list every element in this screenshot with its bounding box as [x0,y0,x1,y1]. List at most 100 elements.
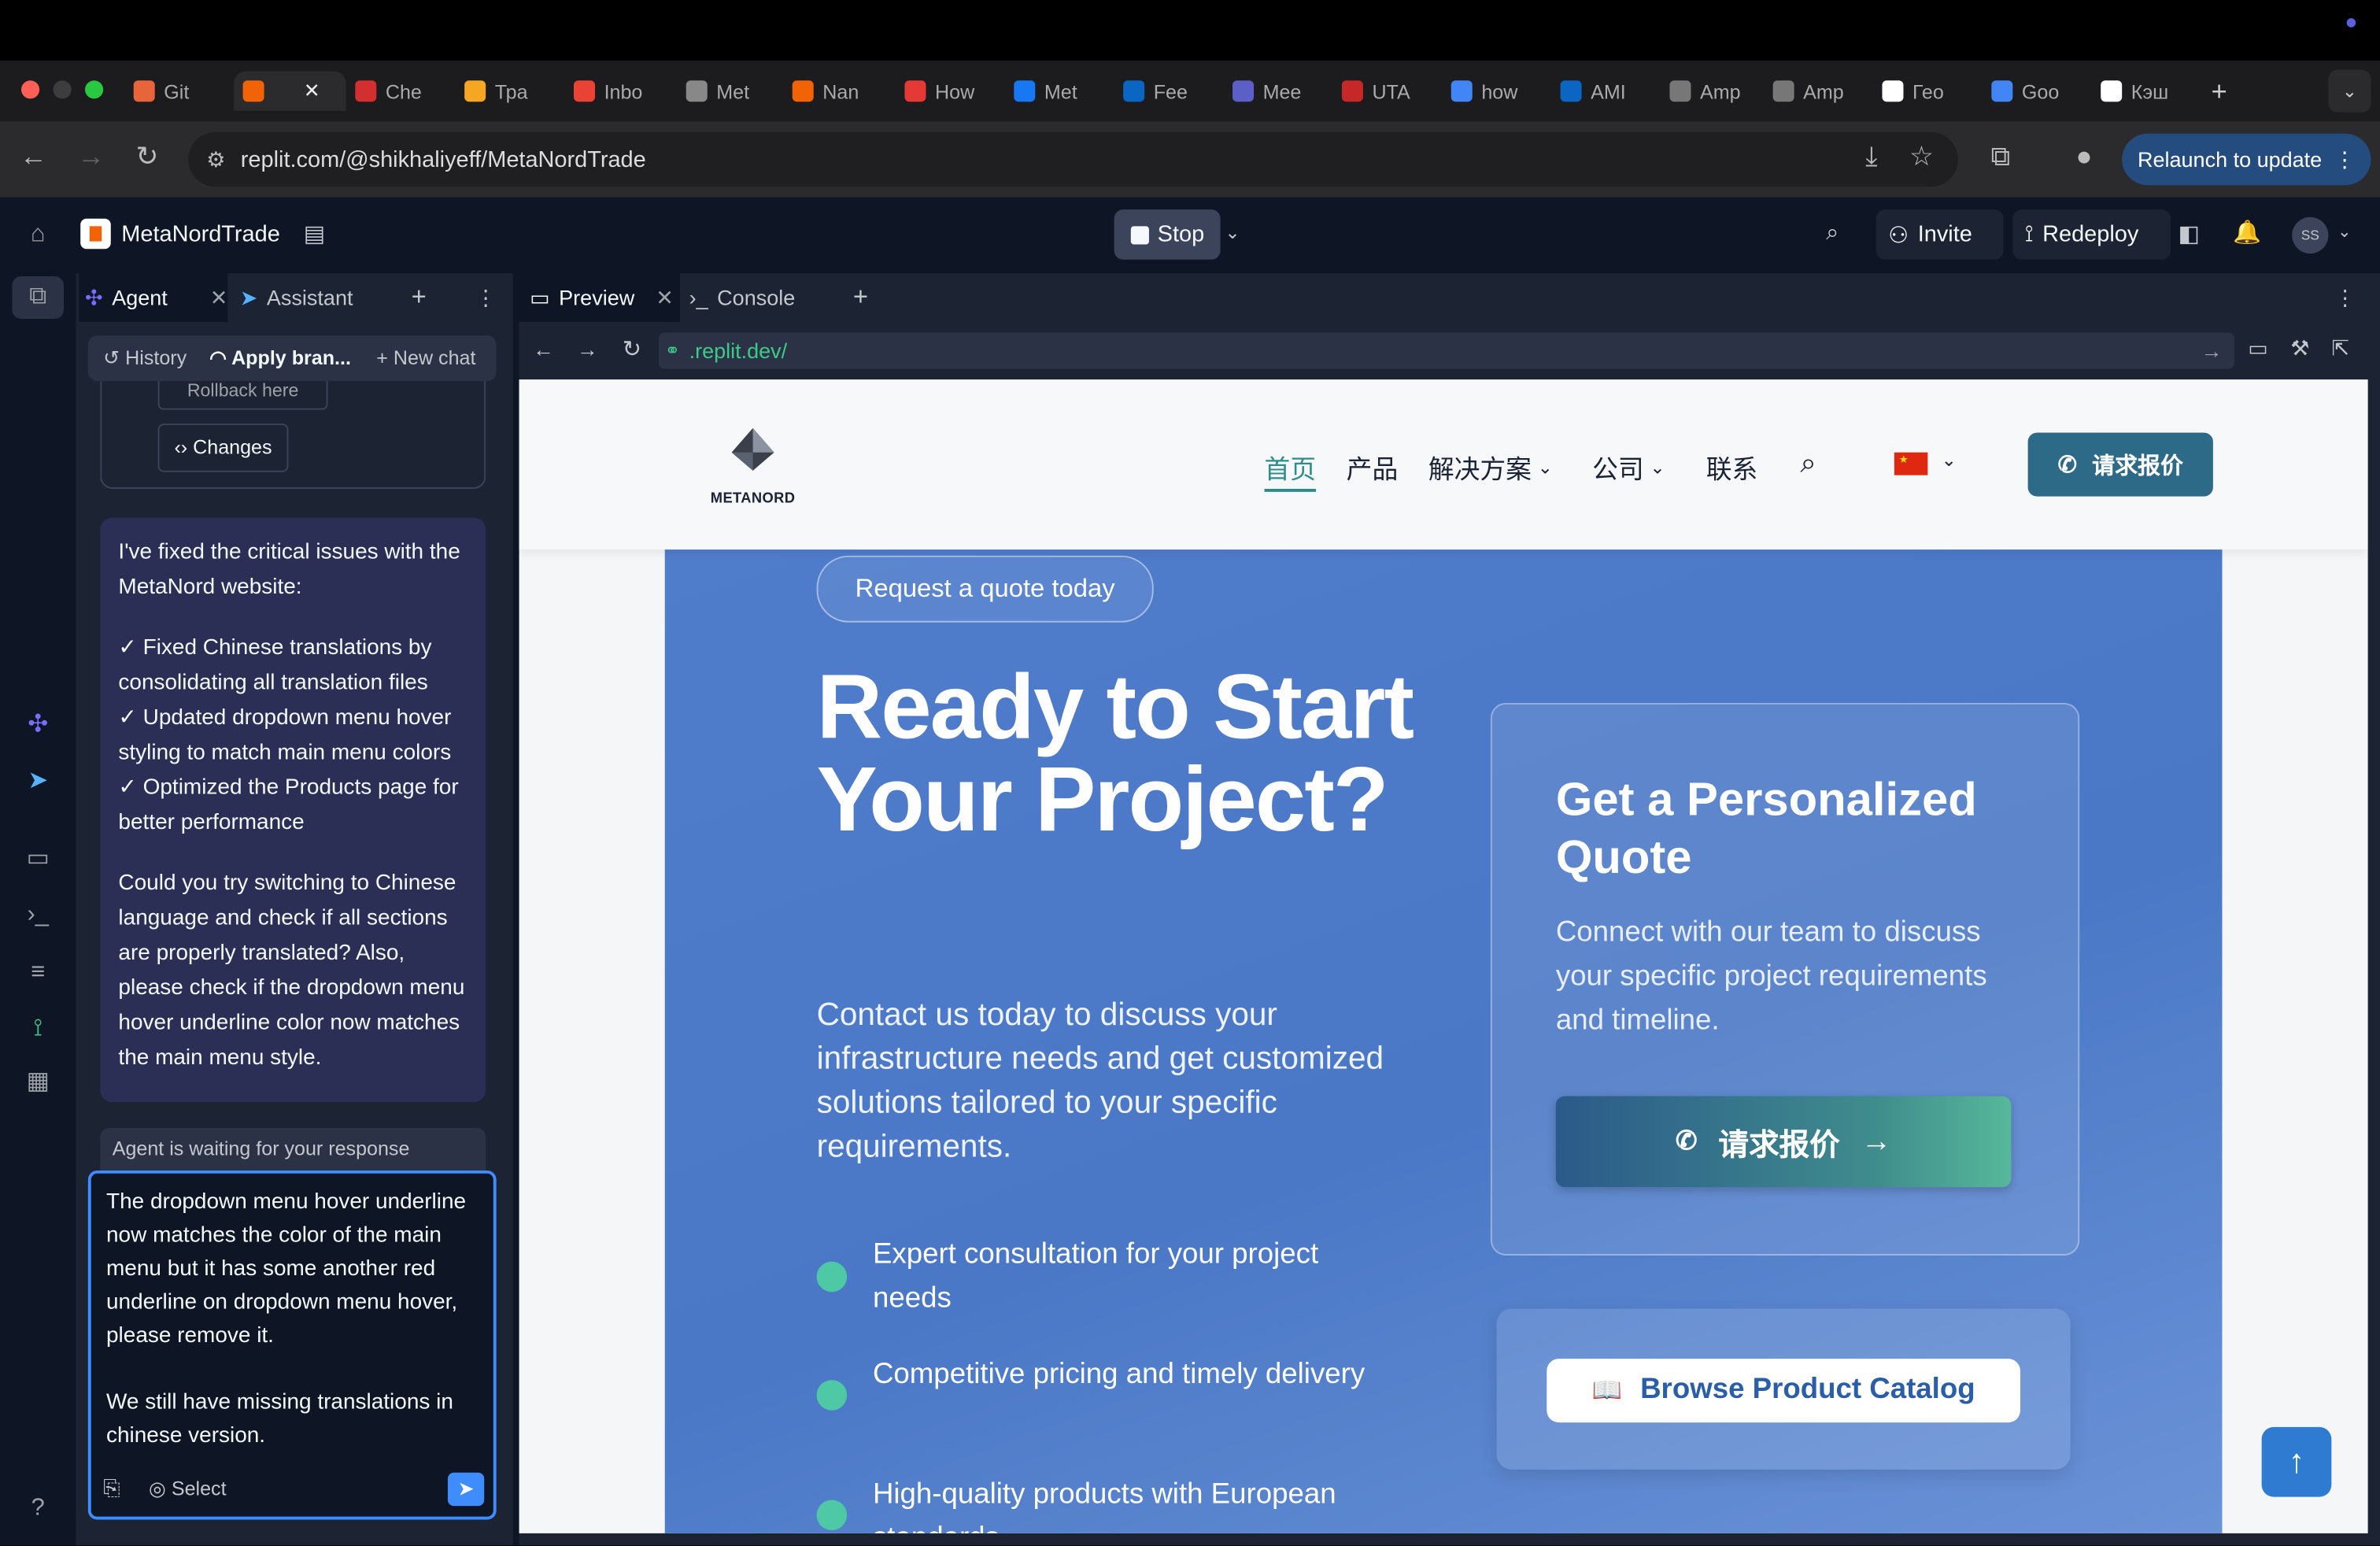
apply-branch-button[interactable]: ◠ Apply bran... [209,346,351,371]
browser-tab[interactable]: Met [677,72,783,111]
browser-tab-label: Amp [1803,80,1844,103]
browser-tab[interactable]: UTA [1332,72,1439,111]
relaunch-button[interactable]: Relaunch to update ⋮ [2122,133,2371,186]
project-name[interactable]: MetaNordTrade [121,222,280,248]
new-tab-button[interactable]: + [2204,72,2234,111]
browser-tab[interactable]: Кэш [2092,72,2198,111]
bookmark-star-icon[interactable]: ☆ [1903,141,1939,173]
tab-assistant[interactable]: ➤ Assistant [240,276,353,319]
invite-button[interactable]: ⚇ Invite [1876,209,2004,260]
preview-back-icon[interactable]: ← [533,337,554,361]
browser-tab[interactable]: AMI [1551,72,1658,111]
redeploy-button[interactable]: ⟟ Redeploy [2012,209,2171,260]
browser-tab[interactable]: Git [124,72,231,111]
tab-console[interactable]: ›_ Console [689,276,796,319]
forward-icon[interactable]: → [73,141,109,173]
scroll-to-top-button[interactable]: ↑ [2261,1426,2332,1497]
new-pane-tab-icon[interactable]: + [853,276,868,319]
tab-agent[interactable]: ✣ Agent ✕ [85,276,227,319]
database-tool-icon[interactable]: ≡ [21,956,54,989]
tab-preview[interactable]: ▭ Preview ✕ [530,276,674,319]
changes-button[interactable]: ‹› Changes [157,423,289,472]
site-search-icon[interactable]: ⌕ [1800,448,1816,481]
browser-tab[interactable]: How [896,72,1002,111]
nav-contact[interactable]: 联系 [1706,448,1758,486]
agent-tool-icon[interactable]: ✣ [21,709,54,742]
attach-icon[interactable]: ⎘ [103,1476,120,1502]
maximize-window-icon[interactable] [85,80,104,99]
browser-tab[interactable]: Гео [1873,72,1979,111]
reload-icon[interactable]: ↻ [129,141,165,173]
quote-card-text: Connect with our team to discuss your sp… [1555,916,1987,1037]
search-icon[interactable]: ⌕ [1826,220,1839,246]
browser-tab[interactable]: Тра [456,72,562,111]
all-tools-icon[interactable]: ▦ [21,1066,54,1099]
devices-icon[interactable]: ▭ [2248,335,2268,361]
browser-tab[interactable]: ✕ [234,71,346,111]
run-options-chevron-icon[interactable]: ⌄ [1225,222,1240,243]
home-icon[interactable]: ⌂ [21,219,54,252]
extensions-icon[interactable]: ⧉ [1983,141,2019,173]
files-toggle-icon[interactable]: ⧉ [21,281,54,314]
send-button[interactable]: ➤ [447,1472,485,1507]
history-button[interactable]: ↺ History [103,346,187,371]
open-arrow-icon[interactable]: → [2201,332,2222,368]
browser-tab[interactable]: Amp [1661,72,1767,111]
layout-toggle-icon[interactable]: ◧ [2179,220,2200,248]
select-element-button[interactable]: ◎ Select [149,1478,227,1502]
notification-bell-icon[interactable]: 🔔 [2233,219,2261,246]
close-icon[interactable]: ✕ [210,285,228,311]
install-app-icon[interactable]: ⤓ [1853,141,1890,173]
devtools-wrench-icon[interactable]: ⚒ [2290,335,2309,361]
help-icon[interactable]: ? [21,1492,54,1526]
nav-solutions[interactable]: 解决方案 ⌄ [1428,448,1553,486]
browser-tab[interactable]: Fee [1114,72,1221,111]
nav-quote-button[interactable]: ✆ 请求报价 [2027,432,2213,497]
open-new-window-icon[interactable]: ⇱ [2331,335,2349,361]
shell-tool-icon[interactable]: ›_ [21,899,54,932]
new-tab-plus-icon[interactable]: + [412,276,427,319]
new-chat-button[interactable]: + New chat [376,346,475,369]
account-chevron-icon[interactable]: ⌄ [2338,222,2352,242]
preview-tool-icon[interactable]: ▭ [21,842,54,875]
browser-tab[interactable]: Nan [783,72,889,111]
browser-tab[interactable]: Che [346,72,453,111]
browser-tab[interactable]: Amp [1764,72,1870,111]
browse-catalog-button[interactable]: 📖 Browse Product Catalog [1547,1359,2020,1423]
stop-button[interactable]: Stop [1114,209,1221,260]
tab-favicon-icon [242,80,264,102]
project-info-icon[interactable]: ▤ [304,220,325,248]
metanord-logo[interactable]: METANORD [711,422,796,513]
chat-input[interactable]: The dropdown menu hover underline now ma… [87,1170,497,1520]
browser-tab[interactable]: how [1442,72,1548,111]
close-tab-icon[interactable]: ✕ [304,79,320,103]
close-window-icon[interactable] [21,80,40,99]
close-preview-icon[interactable]: ✕ [656,285,674,311]
china-flag-icon[interactable]: ★ [1894,452,1928,475]
card-quote-button[interactable]: ✆ 请求报价 → [1555,1096,2012,1188]
deploy-tool-icon[interactable]: ⟟ [21,1012,54,1045]
panel-menu-icon[interactable]: ⋮ [475,276,497,319]
rollback-button[interactable]: Rollback here [157,381,328,410]
language-chevron-icon[interactable]: ⌄ [1942,449,1957,471]
nav-products[interactable]: 产品 [1347,448,1399,486]
browser-tab[interactable]: Mee [1223,72,1329,111]
minimize-window-icon[interactable] [53,80,72,99]
back-icon[interactable]: ← [15,141,51,173]
site-settings-icon[interactable]: ⚙ [206,146,225,172]
assistant-tool-icon[interactable]: ➤ [21,765,54,798]
preview-reload-icon[interactable]: ↻ [623,335,641,363]
browser-tab[interactable]: Inbo [564,72,671,111]
nav-company[interactable]: 公司 ⌄ [1592,448,1665,486]
pane-menu-icon[interactable]: ⋮ [2334,276,2356,319]
profile-icon[interactable]: ● [2066,141,2102,173]
nav-home[interactable]: 首页 [1264,448,1317,492]
browser-tab[interactable]: Goo [1983,72,2089,111]
address-bar[interactable]: ⚙ replit.com/@shikhaliyeff/MetaNordTrade [188,131,1958,187]
browser-tab[interactable]: Met [1005,72,1111,111]
preview-forward-icon[interactable]: → [577,337,598,361]
preview-url-bar[interactable]: ⚭ .replit.dev/ → [659,332,2234,369]
avatar[interactable]: SS [2292,216,2329,254]
logo-text: METANORD [710,490,796,508]
tab-search-icon[interactable]: ⌄ [2328,69,2371,113]
